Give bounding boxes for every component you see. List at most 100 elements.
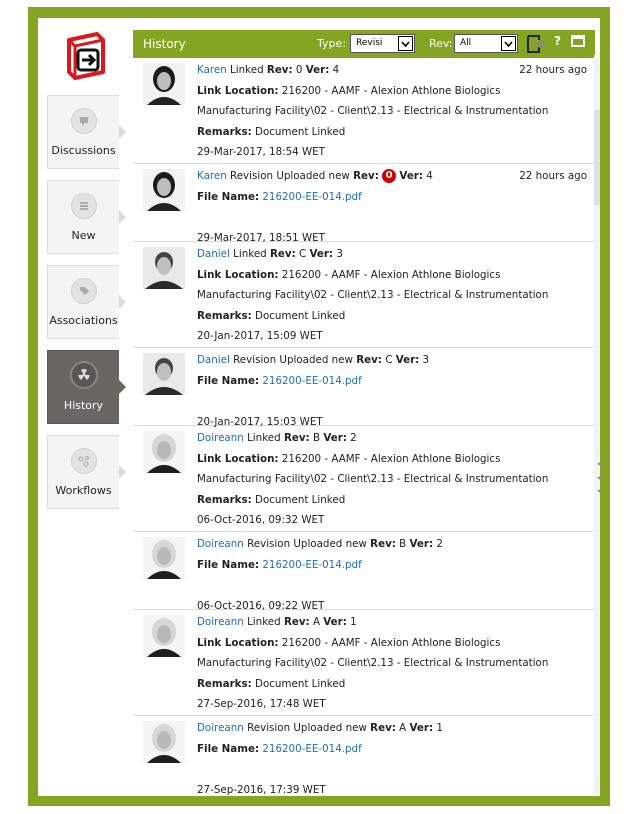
type-select[interactable]: Revisi [350,34,415,53]
maximize-icon[interactable] [571,35,585,47]
help-icon[interactable]: ? [554,34,561,48]
user-link[interactable]: Karen [197,64,227,76]
ver-value: 4 [423,170,433,182]
nav-workflows[interactable]: Workflows [47,435,126,509]
rev-value: A [309,616,324,628]
type-select-value: Revisi [356,38,383,48]
user-link[interactable]: Doireann [197,616,244,628]
expand-arrow-icon[interactable]: ◂ [597,486,601,495]
history-entry: Doireann Linked Rev: B Ver: 2 Link Locat… [133,426,595,532]
nav-label: New [71,229,96,242]
ver-value: 4 [329,64,340,76]
link-location-label: Link Location: [197,452,279,465]
user-link[interactable]: Daniel [197,354,230,366]
avatar [143,431,185,473]
nav-new[interactable]: New [47,180,126,254]
file-name-label: File Name: [197,190,260,203]
user-link[interactable]: Karen [197,170,227,182]
app-logo-icon[interactable] [57,30,111,84]
avatar [143,247,185,289]
rev-label: Rev: [356,354,382,366]
entry-date: 27-Sep-2016, 17:39 WET [197,783,326,796]
ver-value: 3 [333,248,343,260]
user-link[interactable]: Daniel [197,248,230,260]
time-ago: 22 hours ago [519,64,587,76]
action-text: Revision Uploaded new [243,722,371,734]
panel-header: History Type: Revisi Rev: All ? [133,30,595,58]
history-entry: Karen Revision Uploaded new Rev: 0 Ver: … [133,164,595,244]
user-link[interactable]: Doireann [197,722,244,734]
rev-label: Rev: [269,248,296,260]
file-link[interactable]: 216200-EE-014.pdf [262,743,361,755]
export-icon[interactable] [525,34,545,54]
ver-label: Ver: [395,354,420,366]
link-location-value-cont: Manufacturing Facility\02 - Client\2.13 … [197,473,549,485]
ver-value: 1 [346,616,357,628]
avatar [143,63,185,105]
history-entry: Karen Linked Rev: 0 Ver: 4 22 hours ago L… [133,58,595,164]
remarks-value: Document Linked [251,677,346,690]
nav-discussions[interactable]: Discussions [47,95,126,169]
link-location-value: 216200 - AAMF - Alexion Athlone Biologic… [278,636,501,649]
rev-select[interactable]: All [454,34,518,53]
collapse-arrow-icon[interactable]: ◂ [597,459,601,468]
nav-history[interactable]: History [47,350,126,424]
action-text: Linked [243,432,284,444]
ver-label: Ver: [323,432,347,444]
rev-value: C [381,354,396,366]
remarks-label: Remarks: [197,493,252,506]
scrollbar[interactable] [594,55,600,795]
entry-date: 27-Sep-2016, 17:48 WET [197,698,326,710]
remarks-label: Remarks: [197,309,252,322]
file-link[interactable]: 216200-EE-014.pdf [262,559,361,571]
rev-value: B [395,538,410,550]
nav-label: Workflows [55,484,112,497]
user-link[interactable]: Doireann [197,538,244,550]
avatar [143,721,185,763]
ver-label: Ver: [409,722,434,734]
link-location-value: 216200 - AAMF - Alexion Athlone Biologic… [278,268,501,281]
file-link[interactable]: 216200-EE-014.pdf [262,191,361,203]
history-entry: Daniel Linked Rev: C Ver: 3 Link Locatio… [133,242,595,348]
radiation-icon [70,361,98,389]
file-link[interactable]: 216200-EE-014.pdf [262,375,361,387]
nav-label: Associations [49,314,118,327]
remarks-value: Document Linked [251,309,346,322]
history-entry: Doireann Revision Uploaded new Rev: A Ve… [133,716,595,796]
rev-label: Rev: [266,64,293,76]
scrollbar-thumb[interactable] [594,110,600,205]
workflow-icon [71,448,97,474]
user-link[interactable]: Doireann [197,432,244,444]
ver-label: Ver: [323,616,347,628]
chat-bubble-icon [71,108,97,134]
ver-value: 2 [433,538,443,550]
history-entry: Doireann Revision Uploaded new Rev: B Ve… [133,532,595,612]
rev-label: Rev: [353,170,379,182]
ver-label: Ver: [399,170,424,182]
file-name-label: File Name: [197,374,260,387]
file-name-label: File Name: [197,558,260,571]
entry-date: 29-Mar-2017, 18:54 WET [197,146,325,158]
rev-label: Rev: [370,722,396,734]
link-location-value-cont: Manufacturing Facility\02 - Client\2.13 … [197,105,549,117]
link-location-label: Link Location: [197,268,279,281]
ver-label: Ver: [309,248,334,260]
remarks-label: Remarks: [197,677,252,690]
rev-value: 0 [292,64,306,76]
rev-value: B [309,432,324,444]
history-entry: Daniel Revision Uploaded new Rev: C Ver:… [133,348,595,428]
link-location-value: 216200 - AAMF - Alexion Athlone Biologic… [278,452,501,465]
entry-date: 20-Jan-2017, 15:09 WET [197,330,323,342]
collapse-arrow-icon[interactable]: ◂ [597,473,601,482]
ver-value: 2 [346,432,357,444]
action-text: Linked [229,248,270,260]
action-text: Linked [226,64,267,76]
link-location-value-cont: Manufacturing Facility\02 - Client\2.13 … [197,289,549,301]
action-text: Revision Uploaded new [229,354,357,366]
avatar [143,169,185,211]
nav-label: History [63,399,104,412]
rev-label: Rev: [283,616,310,628]
rev-badge: 0 [382,169,397,183]
nav-associations[interactable]: Associations [47,265,126,339]
ver-label: Ver: [305,64,330,76]
